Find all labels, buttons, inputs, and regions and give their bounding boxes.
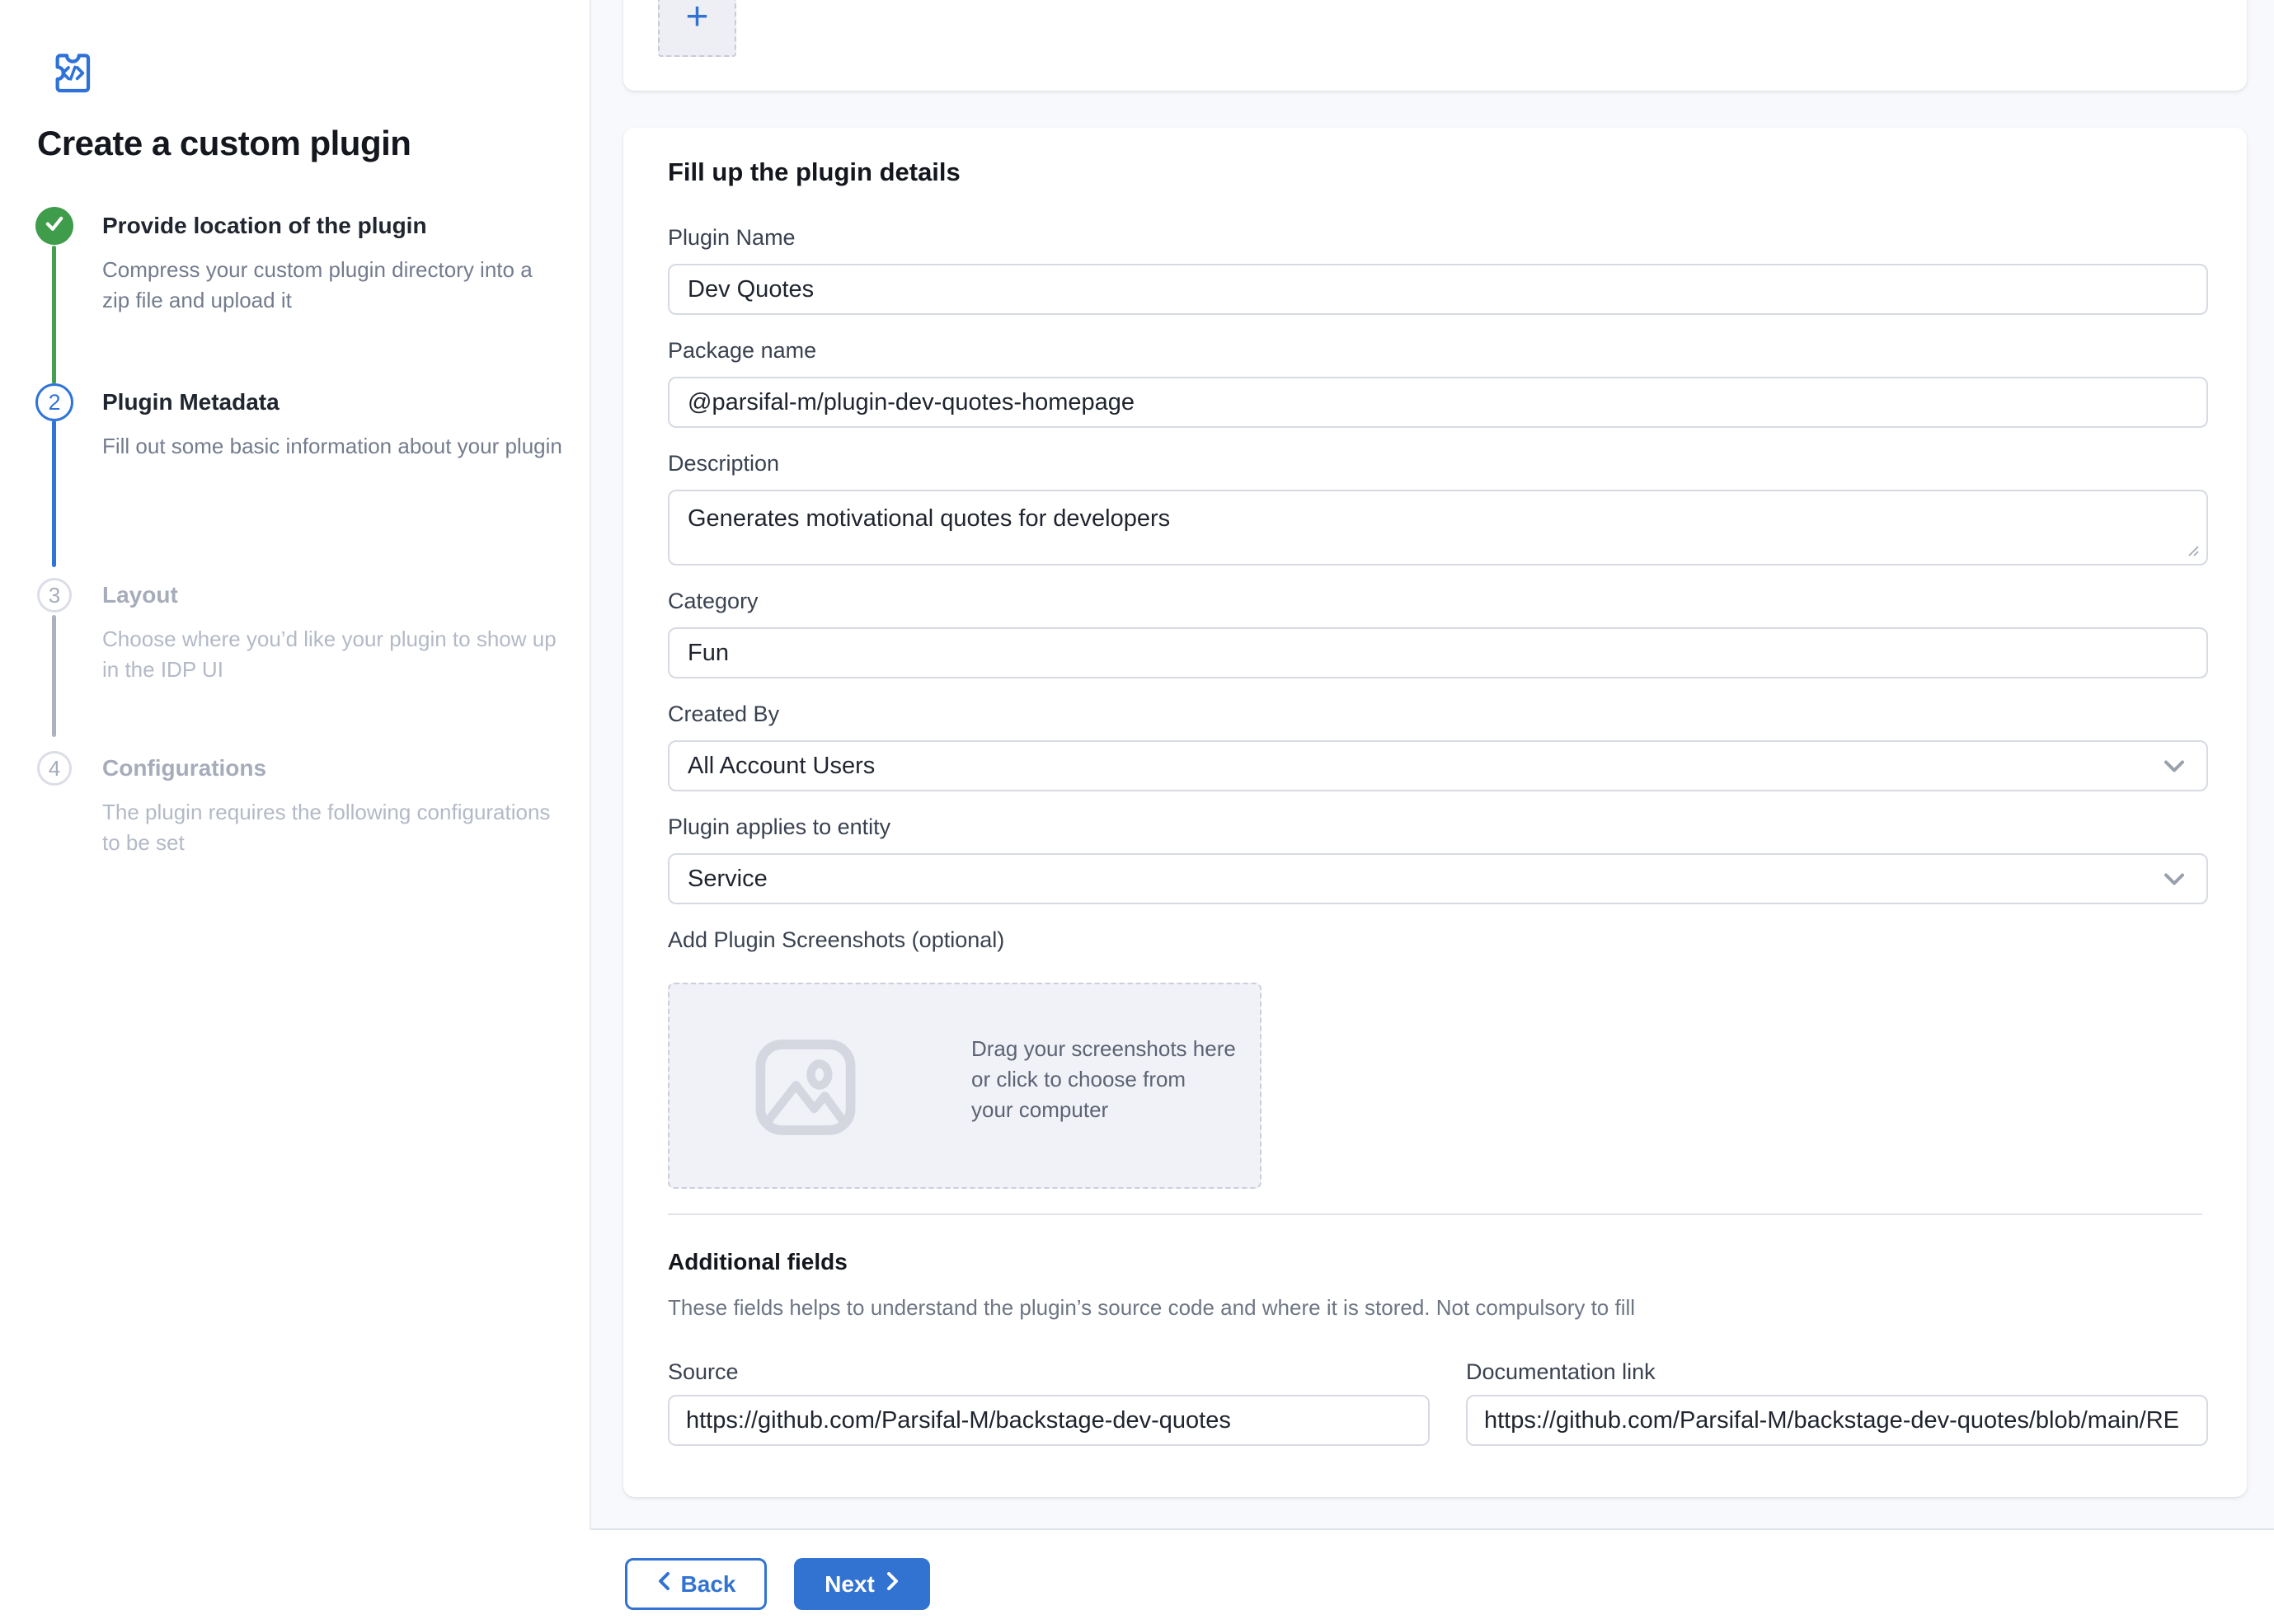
plugin-name-label: Plugin Name xyxy=(668,224,796,251)
dropzone-instructions: Drag your screenshots here or click to c… xyxy=(971,1034,1236,1125)
sidebar-step-3-title[interactable]: Layout xyxy=(102,582,178,608)
documentation-field-group: Documentation link xyxy=(1466,1359,2208,1446)
description-label: Description xyxy=(668,450,779,476)
source-field-group: Source xyxy=(668,1359,1430,1446)
chevron-right-icon xyxy=(885,1570,900,1598)
step-3-indicator: 3 xyxy=(37,578,72,613)
wizard-sidebar: Create a custom plugin Provide location … xyxy=(0,0,591,1530)
source-input[interactable] xyxy=(668,1395,1430,1446)
chevron-down-icon xyxy=(2164,866,2185,893)
back-button[interactable]: Back xyxy=(625,1558,767,1610)
applies-to-select[interactable]: Service xyxy=(668,853,2208,904)
upload-summary-card: + xyxy=(623,0,2247,91)
created-by-select[interactable]: All Account Users xyxy=(668,740,2208,791)
sidebar-step-4-title[interactable]: Configurations xyxy=(102,755,266,781)
next-button[interactable]: Next xyxy=(794,1558,930,1610)
step-connector-done xyxy=(52,246,56,384)
step-4-indicator: 4 xyxy=(37,751,72,786)
plus-icon: + xyxy=(685,0,708,37)
next-button-label: Next xyxy=(825,1571,875,1598)
additional-fields-subtitle: These fields helps to understand the plu… xyxy=(668,1295,1635,1321)
plugin-name-input[interactable] xyxy=(668,264,2208,315)
section-divider xyxy=(668,1213,2202,1215)
sidebar-step-2-description: Fill out some basic information about yo… xyxy=(102,431,564,462)
screenshot-dropzone[interactable]: Drag your screenshots here or click to c… xyxy=(668,983,1262,1189)
step-1-indicator xyxy=(35,207,73,245)
sidebar-step-3-description: Choose where you’d like your plugin to s… xyxy=(102,624,564,685)
step-4-number: 4 xyxy=(49,756,60,781)
image-icon xyxy=(752,1032,859,1147)
description-textarea[interactable]: Generates motivational quotes for develo… xyxy=(668,490,2208,566)
check-icon xyxy=(42,211,67,242)
package-name-label: Package name xyxy=(668,337,816,364)
created-by-value: All Account Users xyxy=(688,753,875,780)
chevron-left-icon xyxy=(656,1570,671,1598)
package-name-input[interactable] xyxy=(668,377,2208,428)
add-screenshot-tile[interactable]: + xyxy=(658,0,736,57)
step-connector-active xyxy=(52,420,56,567)
documentation-label: Documentation link xyxy=(1466,1359,1656,1384)
plugin-details-card: Fill up the plugin details Plugin Name P… xyxy=(623,128,2247,1497)
step-connector-todo xyxy=(52,615,56,737)
source-label: Source xyxy=(668,1359,739,1384)
chevron-down-icon xyxy=(2164,753,2185,780)
step-2-number: 2 xyxy=(48,390,60,415)
created-by-label: Created By xyxy=(668,701,779,727)
applies-to-value: Service xyxy=(688,866,768,893)
category-input[interactable] xyxy=(668,627,2208,678)
additional-fields-heading: Additional fields xyxy=(668,1249,848,1275)
step-2-indicator: 2 xyxy=(35,383,73,421)
category-label: Category xyxy=(668,588,759,614)
form-heading: Fill up the plugin details xyxy=(668,157,961,187)
back-button-label: Back xyxy=(681,1571,736,1598)
screenshots-label: Add Plugin Screenshots (optional) xyxy=(668,927,1004,953)
page-title: Create a custom plugin xyxy=(37,124,548,163)
sidebar-step-1-description: Compress your custom plugin directory in… xyxy=(102,255,564,316)
sidebar-step-1-title[interactable]: Provide location of the plugin xyxy=(102,213,427,239)
sidebar-step-2-title[interactable]: Plugin Metadata xyxy=(102,389,280,415)
step-3-number: 3 xyxy=(49,583,60,608)
applies-to-label: Plugin applies to entity xyxy=(668,814,890,840)
documentation-input[interactable] xyxy=(1466,1395,2208,1446)
sidebar-step-4-description: The plugin requires the following config… xyxy=(102,797,564,858)
plugin-puzzle-code-icon xyxy=(41,45,96,101)
